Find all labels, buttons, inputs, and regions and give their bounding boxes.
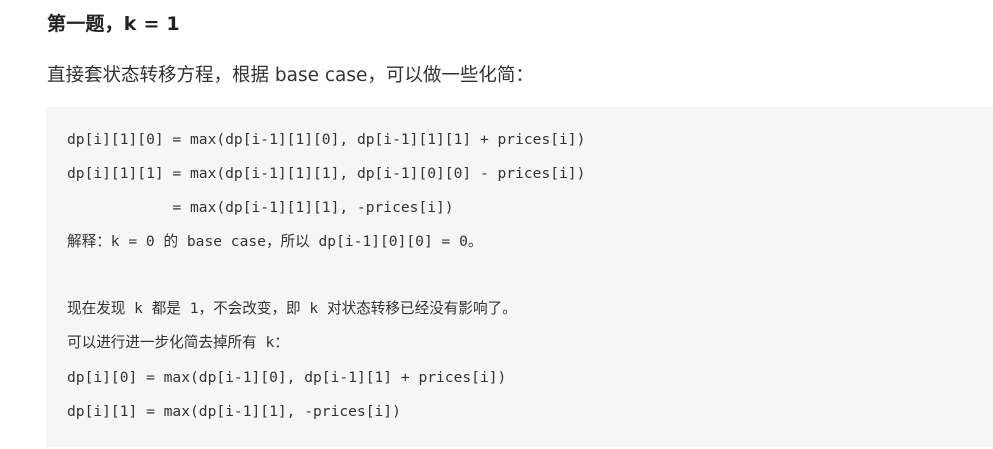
code-line-further-simplify: 可以进行进一步化简去掉所有 k：: [67, 334, 289, 351]
code-line-buy-simplified: = max(dp[i-1][1][1], -prices[i]): [67, 199, 454, 216]
code-line-final-sell: dp[i][0] = max(dp[i-1][0], dp[i-1][1] + …: [67, 369, 507, 386]
section-heading: 第一题，k = 1: [47, 13, 180, 35]
code-line-observation: 现在发现 k 都是 1，不会改变，即 k 对状态转移已经没有影响了。: [67, 300, 517, 317]
intro-paragraph: 直接套状态转移方程，根据 base case，可以做一些化简：: [47, 65, 534, 86]
code-line-sell-transition: dp[i][1][0] = max(dp[i-1][1][0], dp[i-1]…: [67, 131, 586, 148]
code-line-final-buy: dp[i][1] = max(dp[i-1][1], -prices[i]): [67, 403, 401, 420]
code-block: dp[i][1][0] = max(dp[i-1][1][0], dp[i-1]…: [46, 107, 993, 447]
code-line-explanation: 解释：k = 0 的 base case，所以 dp[i-1][0][0] = …: [67, 233, 483, 250]
code-line-buy-transition: dp[i][1][1] = max(dp[i-1][1][1], dp[i-1]…: [67, 165, 586, 182]
